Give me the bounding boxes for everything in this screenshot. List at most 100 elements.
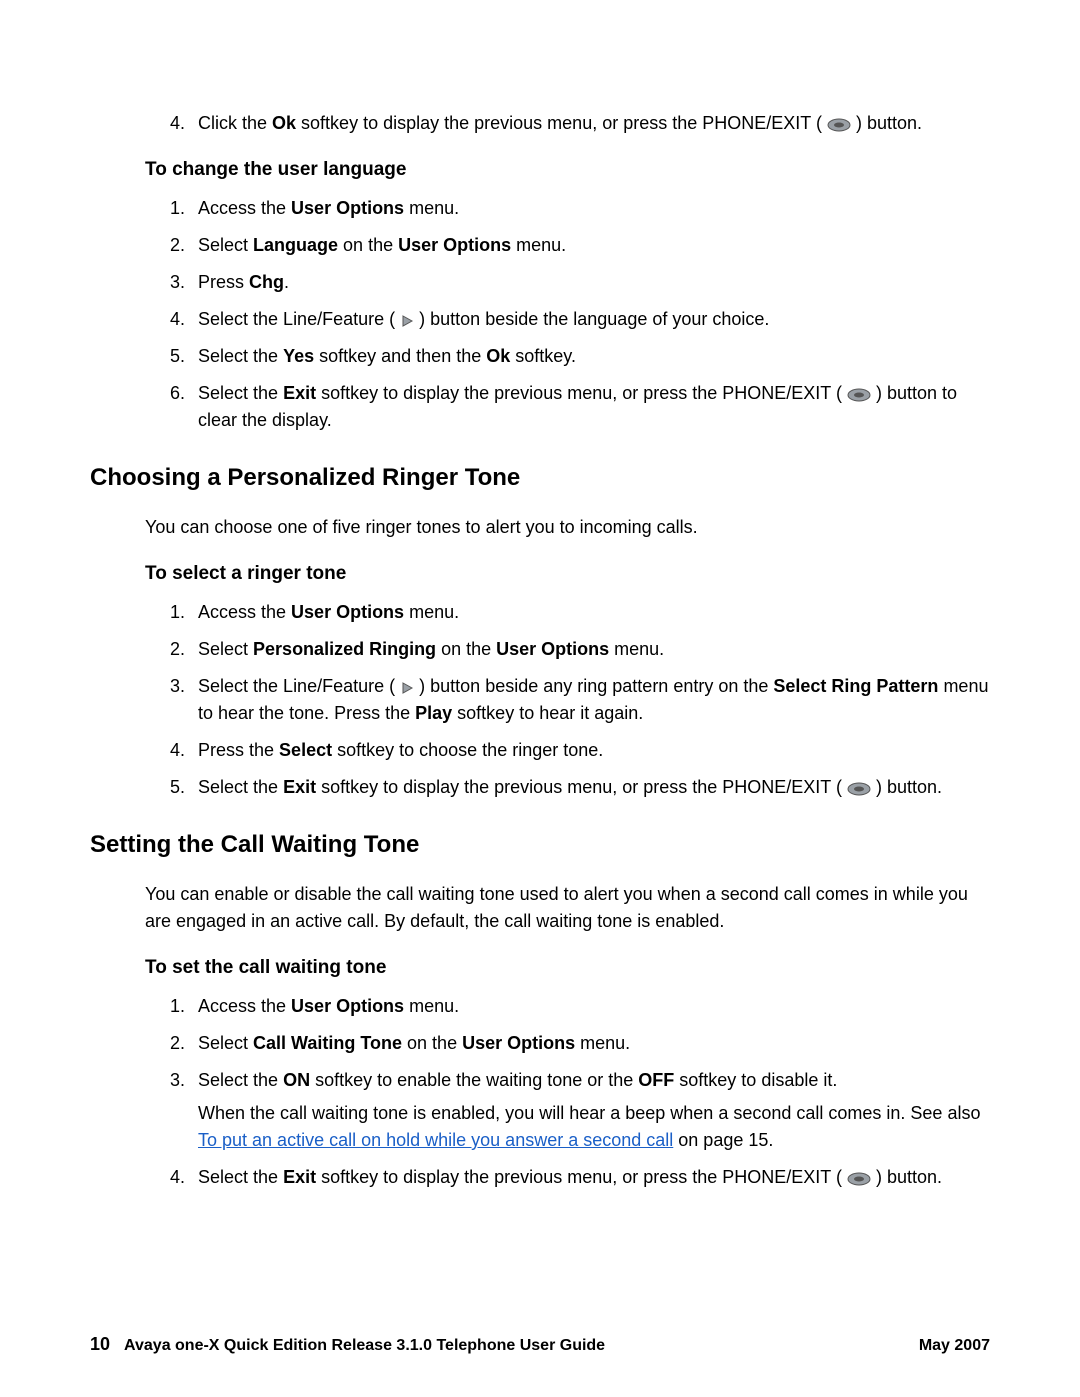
list-item: Select the ON softkey to enable the wait… [190,1067,990,1154]
step-list-language: Access the User Options menu. Select Lan… [190,195,990,434]
text-run: on page 15. [673,1130,773,1150]
text-bold: Exit [283,1167,316,1187]
step-list-callwait: Access the User Options menu. Select Cal… [190,993,990,1191]
line-feature-icon [400,314,414,328]
text-run: softkey to display the previous menu, or… [296,113,822,133]
step-list-top: Click the Ok softkey to display the prev… [190,110,990,137]
text-run: Click the [198,113,272,133]
text-run: menu. [575,1033,630,1053]
text-run: Select the [198,346,283,366]
text-run: softkey to display the previous menu, or… [316,777,842,797]
text-run: When the call waiting tone is enabled, y… [198,1103,980,1123]
text-run: Select the [198,1167,283,1187]
subheading-select-ringer-tone: To select a ringer tone [145,563,990,585]
subheading-set-call-waiting-tone: To set the call waiting tone [145,957,990,979]
list-item: Select the Exit softkey to display the p… [190,380,990,434]
text-run: softkey to hear it again. [452,703,643,723]
step-list-ringer: Access the User Options menu. Select Per… [190,599,990,801]
cross-reference-link[interactable]: To put an active call on hold while you … [198,1130,673,1150]
list-item: Press the Select softkey to choose the r… [190,737,990,764]
text-bold: Personalized Ringing [253,639,436,659]
text-run: menu. [404,198,459,218]
line-feature-icon [400,681,414,695]
text-bold: Language [253,235,338,255]
text-run: softkey to display the previous menu, or… [316,383,842,403]
phone-exit-icon [847,388,871,402]
text-bold: Play [415,703,452,723]
text-bold: Ok [272,113,296,133]
text-run: on the [436,639,496,659]
page-footer: 10 Avaya one-X Quick Edition Release 3.1… [90,1334,990,1355]
text-run: Select [198,639,253,659]
text-bold: User Options [291,602,404,622]
phone-exit-icon [827,118,851,132]
text-run: softkey to display the previous menu, or… [316,1167,842,1187]
text-run: softkey to enable the waiting tone or th… [310,1070,638,1090]
text-run: softkey and then the [314,346,486,366]
text-bold: User Options [496,639,609,659]
text-run: ) button. [876,777,942,797]
list-item: Select the Exit softkey to display the p… [190,1164,990,1191]
text-run: Select the Line/Feature ( [198,309,395,329]
heading-setting-call-waiting-tone: Setting the Call Waiting Tone [90,831,990,859]
text-run: softkey to choose the ringer tone. [332,740,603,760]
text-bold: ON [283,1070,310,1090]
list-item: Select Personalized Ringing on the User … [190,636,990,663]
text-bold: Chg [249,272,284,292]
text-run: softkey. [510,346,576,366]
text-run: on the [402,1033,462,1053]
list-item: Access the User Options menu. [190,195,990,222]
list-item: Select Language on the User Options menu… [190,232,990,259]
text-run: Access the [198,602,291,622]
text-run: Select the [198,777,283,797]
text-run: Select [198,235,253,255]
text-bold: User Options [462,1033,575,1053]
phone-exit-icon [847,1172,871,1186]
text-bold: Select Ring Pattern [773,676,938,696]
text-run: Press [198,272,249,292]
list-item: Select the Yes softkey and then the Ok s… [190,343,990,370]
page-number: 10 [90,1334,110,1355]
text-bold: Ok [486,346,510,366]
text-run: Select the [198,1070,283,1090]
list-item: Access the User Options menu. [190,993,990,1020]
text-bold: Exit [283,777,316,797]
list-item: Access the User Options menu. [190,599,990,626]
list-item: Select Call Waiting Tone on the User Opt… [190,1030,990,1057]
text-run: menu. [511,235,566,255]
list-item: Select the Line/Feature ( ) button besid… [190,306,990,333]
heading-choosing-ringer-tone: Choosing a Personalized Ringer Tone [90,464,990,492]
list-item: Select the Line/Feature ( ) button besid… [190,673,990,727]
text-run: ) button. [856,113,922,133]
text-bold: Yes [283,346,314,366]
text-run: menu. [404,602,459,622]
subheading-change-user-language: To change the user language [145,159,990,181]
text-bold: User Options [291,198,404,218]
footer-left: 10 Avaya one-X Quick Edition Release 3.1… [90,1334,605,1355]
paragraph: When the call waiting tone is enabled, y… [198,1100,990,1154]
text-run: ) button. [876,1167,942,1187]
footer-date: May 2007 [919,1337,990,1355]
list-item: Press Chg. [190,269,990,296]
document-title: Avaya one-X Quick Edition Release 3.1.0 … [124,1337,605,1355]
text-run: on the [338,235,398,255]
list-item: Click the Ok softkey to display the prev… [190,110,990,137]
document-page: Click the Ok softkey to display the prev… [0,0,1080,1397]
text-run: Select the Line/Feature ( [198,676,395,696]
text-run: softkey to disable it. [674,1070,837,1090]
paragraph: You can choose one of five ringer tones … [145,514,990,541]
text-run: ) button beside any ring pattern entry o… [419,676,773,696]
text-run: Select [198,1033,253,1053]
paragraph: You can enable or disable the call waiti… [145,881,990,935]
text-run: Access the [198,996,291,1016]
text-bold: User Options [398,235,511,255]
text-run: menu. [609,639,664,659]
text-run: Press the [198,740,279,760]
text-run: Select the [198,383,283,403]
text-bold: User Options [291,996,404,1016]
text-bold: Call Waiting Tone [253,1033,402,1053]
text-run: menu. [404,996,459,1016]
text-run: . [284,272,289,292]
text-bold: OFF [638,1070,674,1090]
text-run: ) button beside the language of your cho… [419,309,769,329]
